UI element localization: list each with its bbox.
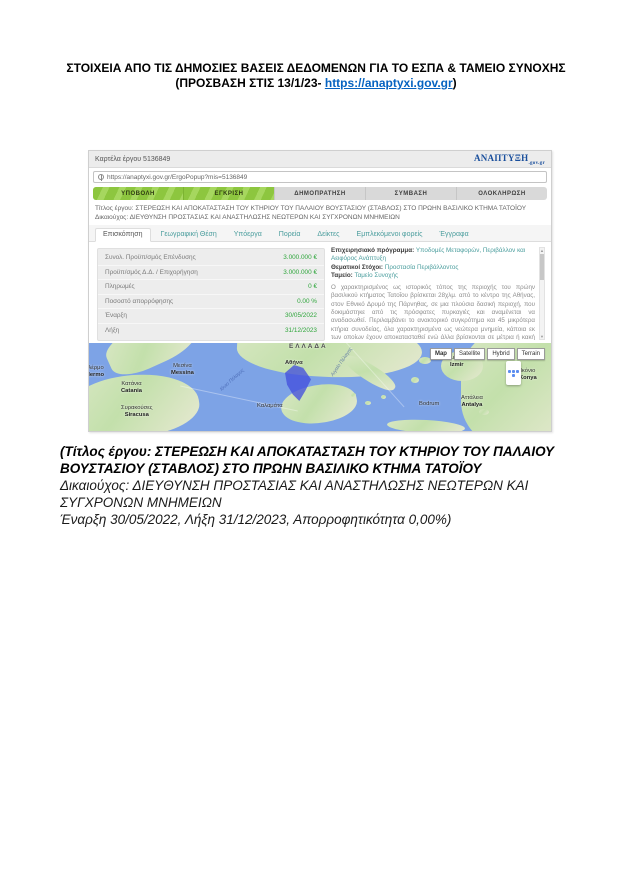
land-island-cyclades-2 xyxy=(365,401,371,405)
program-line: Επιχειρησιακό πρόγραμμα: Υποδομές Μεταφο… xyxy=(331,247,526,263)
progress-stage-bar: ΥΠΟΒΟΛΗ ΕΓΚΡΙΣΗ ΔΗΜΟΠΡΑΤΗΣΗ ΣΥΜΒΑΣΗ ΟΛΟΚ… xyxy=(93,187,547,200)
figure-caption: (Τίτλος έργου: ΣΤΕΡΕΩΣΗ ΚΑΙ ΑΠΟΚΑΤΑΣΤΑΣΗ… xyxy=(60,443,574,528)
url-text: https://anaptyxi.gov.gr/ErgoPopup?mis=51… xyxy=(107,173,248,181)
land-island-cyclades-3 xyxy=(381,395,386,399)
program-details-panel: Επιχειρησιακό πρόγραμμα: Υποδομές Μεταφο… xyxy=(331,247,535,340)
stage-oloklirosi: ΟΛΟΚΛΗΡΩΣΗ xyxy=(456,187,547,200)
caption-title-line: (Τίτλος έργου: ΣΤΕΡΕΩΣΗ ΚΑΙ ΑΠΟΚΑΤΑΣΤΑΣΗ… xyxy=(60,444,555,476)
table-row: Έναρξη 30/05/2022 xyxy=(98,309,324,324)
tab-bar: Επισκόπηση Γεωγραφική Θέση Υπόεργα Πορεί… xyxy=(89,225,551,242)
stage-ypovoli: ΥΠΟΒΟΛΗ xyxy=(93,187,183,200)
tab-emplekomenoi-foreis[interactable]: Εμπλεκόμενοι φορείς xyxy=(350,229,430,241)
tab-ypoerga[interactable]: Υπόεργα xyxy=(227,229,269,241)
tab-eggrafa[interactable]: Έγγραφα xyxy=(433,229,476,241)
map-label-bodrum: Bodrum xyxy=(419,401,440,407)
map-control-box[interactable] xyxy=(506,361,521,385)
thematic-line: Θεματικοί Στόχοι: Προστασία Περιβάλλοντο… xyxy=(331,263,459,271)
map-label-athens: Αθήνα xyxy=(285,360,303,366)
map-type-buttons: Map Satellite Hybrid Terrain xyxy=(429,348,545,360)
map-button-hybrid[interactable]: Hybrid xyxy=(487,348,515,360)
map-canvas[interactable]: ΕΛΛΑΔΑ ΣμύρνηIzmir ΙκόνιοKonya ΑττάλειαA… xyxy=(89,343,551,431)
project-header: Τίτλος έργου: ΣΤΕΡΕΩΣΗ ΚΑΙ ΑΠΟΚΑΤΑΣΤΑΣΗ … xyxy=(89,203,551,225)
embedded-browser-screenshot: Καρτέλα έργου 5136849 ΑΝΑΠΤΥΞΗ.gov.gr ht… xyxy=(88,150,552,432)
map-label-siracusa: Συρακούσες Siracusa xyxy=(121,405,153,418)
document-page: ΣΤΟΙΧΕΙΑ ΑΠΟ ΤΙΣ ΔΗΜΟΣΙΕΣ ΒΑΣΕΙΣ ΔΕΔΟΜΕΝ… xyxy=(0,0,632,892)
fund-line: Ταμείο: Ταμείο Συνοχής xyxy=(331,271,398,279)
map-label-antalya: Αττάλεια Antalya xyxy=(461,395,483,408)
project-title-line: Τίτλος έργου: ΣΤΕΡΕΩΣΗ ΚΑΙ ΑΠΟΚΑΤΑΣΤΑΣΗ … xyxy=(95,205,527,212)
table-row: Πληρωμές 0 € xyxy=(98,280,324,295)
stage-egkrisi: ΕΓΚΡΙΣΗ xyxy=(183,187,274,200)
window-titlebar: Καρτέλα έργου 5136849 ΑΝΑΠΤΥΞΗ.gov.gr xyxy=(89,151,551,168)
beneficiary-line: Δικαιούχος: ΔΙΕΥΘΥΝΣΗ ΠΡΟΣΤΑΣΙΑΣ ΚΑΙ ΑΝΑ… xyxy=(95,213,400,221)
caption-dates-line: Έναρξη 30/05/2022, Λήξη 31/12/2023, Απορ… xyxy=(60,512,452,527)
budget-info-table: Συνολ. Προϋπ/σμός Επένδυσης 3.000.000 € … xyxy=(97,248,325,341)
scroll-down-icon[interactable]: ▼ xyxy=(540,334,544,339)
map-label-messina: Μεσίνα Messina xyxy=(171,363,194,376)
land-island-cyclades-1 xyxy=(351,393,356,397)
description-scrollbar[interactable]: ▲ ▼ xyxy=(539,247,545,340)
scroll-up-icon[interactable]: ▲ xyxy=(540,248,544,253)
map-label-greece: ΕΛΛΑΔΑ xyxy=(289,343,328,350)
overview-content: Συνολ. Προϋπ/σμός Επένδυσης 3.000.000 € … xyxy=(89,242,551,343)
table-row: Προϋπ/σμός Δ.Δ. / Επιχορήγηση 3.000.000 … xyxy=(98,266,324,280)
map-label-kalamata: Καλαμάτα xyxy=(257,403,283,409)
anaptyxi-link[interactable]: https://anaptyxi.gov.gr xyxy=(325,76,453,90)
map-label-catania: Κατάνια Catania xyxy=(121,381,142,394)
caption-beneficiary-line: Δικαιούχος: ΔΙΕΥΘΥΝΣΗ ΠΡΟΣΤΑΣΙΑΣ ΚΑΙ ΑΝΑ… xyxy=(60,478,529,510)
map-label-palermo: αλέρμοalermo xyxy=(89,365,105,378)
document-heading: ΣΤΟΙΧΕΙΑ ΑΠΟ ΤΙΣ ΔΗΜΟΣΙΕΣ ΒΑΣΕΙΣ ΔΕΔΟΜΕΝ… xyxy=(60,61,572,91)
land-island-chios xyxy=(411,377,419,383)
table-row: Ποσοστό απορρόφησης 0.00 % xyxy=(98,295,324,309)
anaptyxi-logo: ΑΝΑΠΤΥΞΗ.gov.gr xyxy=(473,152,545,166)
table-row: Συνολ. Προϋπ/σμός Επένδυσης 3.000.000 € xyxy=(98,251,324,266)
map-button-map[interactable]: Map xyxy=(429,348,452,360)
heading-text: ΣΤΟΙΧΕΙΑ ΑΠΟ ΤΙΣ ΔΗΜΟΣΙΕΣ ΒΑΣΕΙΣ ΔΕΔΟΜΕΝ… xyxy=(66,61,566,75)
stage-symvasi: ΣΥΜΒΑΣΗ xyxy=(365,187,456,200)
window-title: Καρτέλα έργου 5136849 xyxy=(95,155,171,163)
globe-icon xyxy=(98,174,104,181)
url-row: https://anaptyxi.gov.gr/ErgoPopup?mis=51… xyxy=(89,168,551,185)
tab-episkopisi[interactable]: Επισκόπηση xyxy=(95,228,151,242)
land-greece-north xyxy=(235,343,424,382)
stage-dimopratisi: ΔΗΜΟΠΡΑΤΗΣΗ xyxy=(274,187,365,200)
url-bar[interactable]: https://anaptyxi.gov.gr/ErgoPopup?mis=51… xyxy=(93,171,547,183)
access-prefix: (ΠΡΟΣΒΑΣΗ ΣΤΙΣ 13/1/23- xyxy=(175,76,325,90)
map-label-konya: Ικόνιο Konya xyxy=(519,368,537,381)
land-island-rhodes xyxy=(479,409,489,415)
access-suffix: ) xyxy=(452,76,457,90)
tab-deiktes[interactable]: Δείκτες xyxy=(310,229,346,241)
table-row: Λήξη 31/12/2023 xyxy=(105,327,317,335)
land-crete xyxy=(386,417,466,431)
tab-geografiki-thesi[interactable]: Γεωγραφική Θέση xyxy=(154,229,224,241)
water-label-ionio: Ιόνιο Πέλαγος xyxy=(218,367,246,393)
map-button-satellite[interactable]: Satellite xyxy=(453,348,486,360)
map-button-terrain[interactable]: Terrain xyxy=(516,348,545,360)
tab-poreia[interactable]: Πορεία xyxy=(272,229,308,241)
project-description: Ο χαρακτηρισμένος ως ιστορικός τόπος της… xyxy=(331,284,535,340)
scrollbar-thumb[interactable] xyxy=(540,254,544,280)
